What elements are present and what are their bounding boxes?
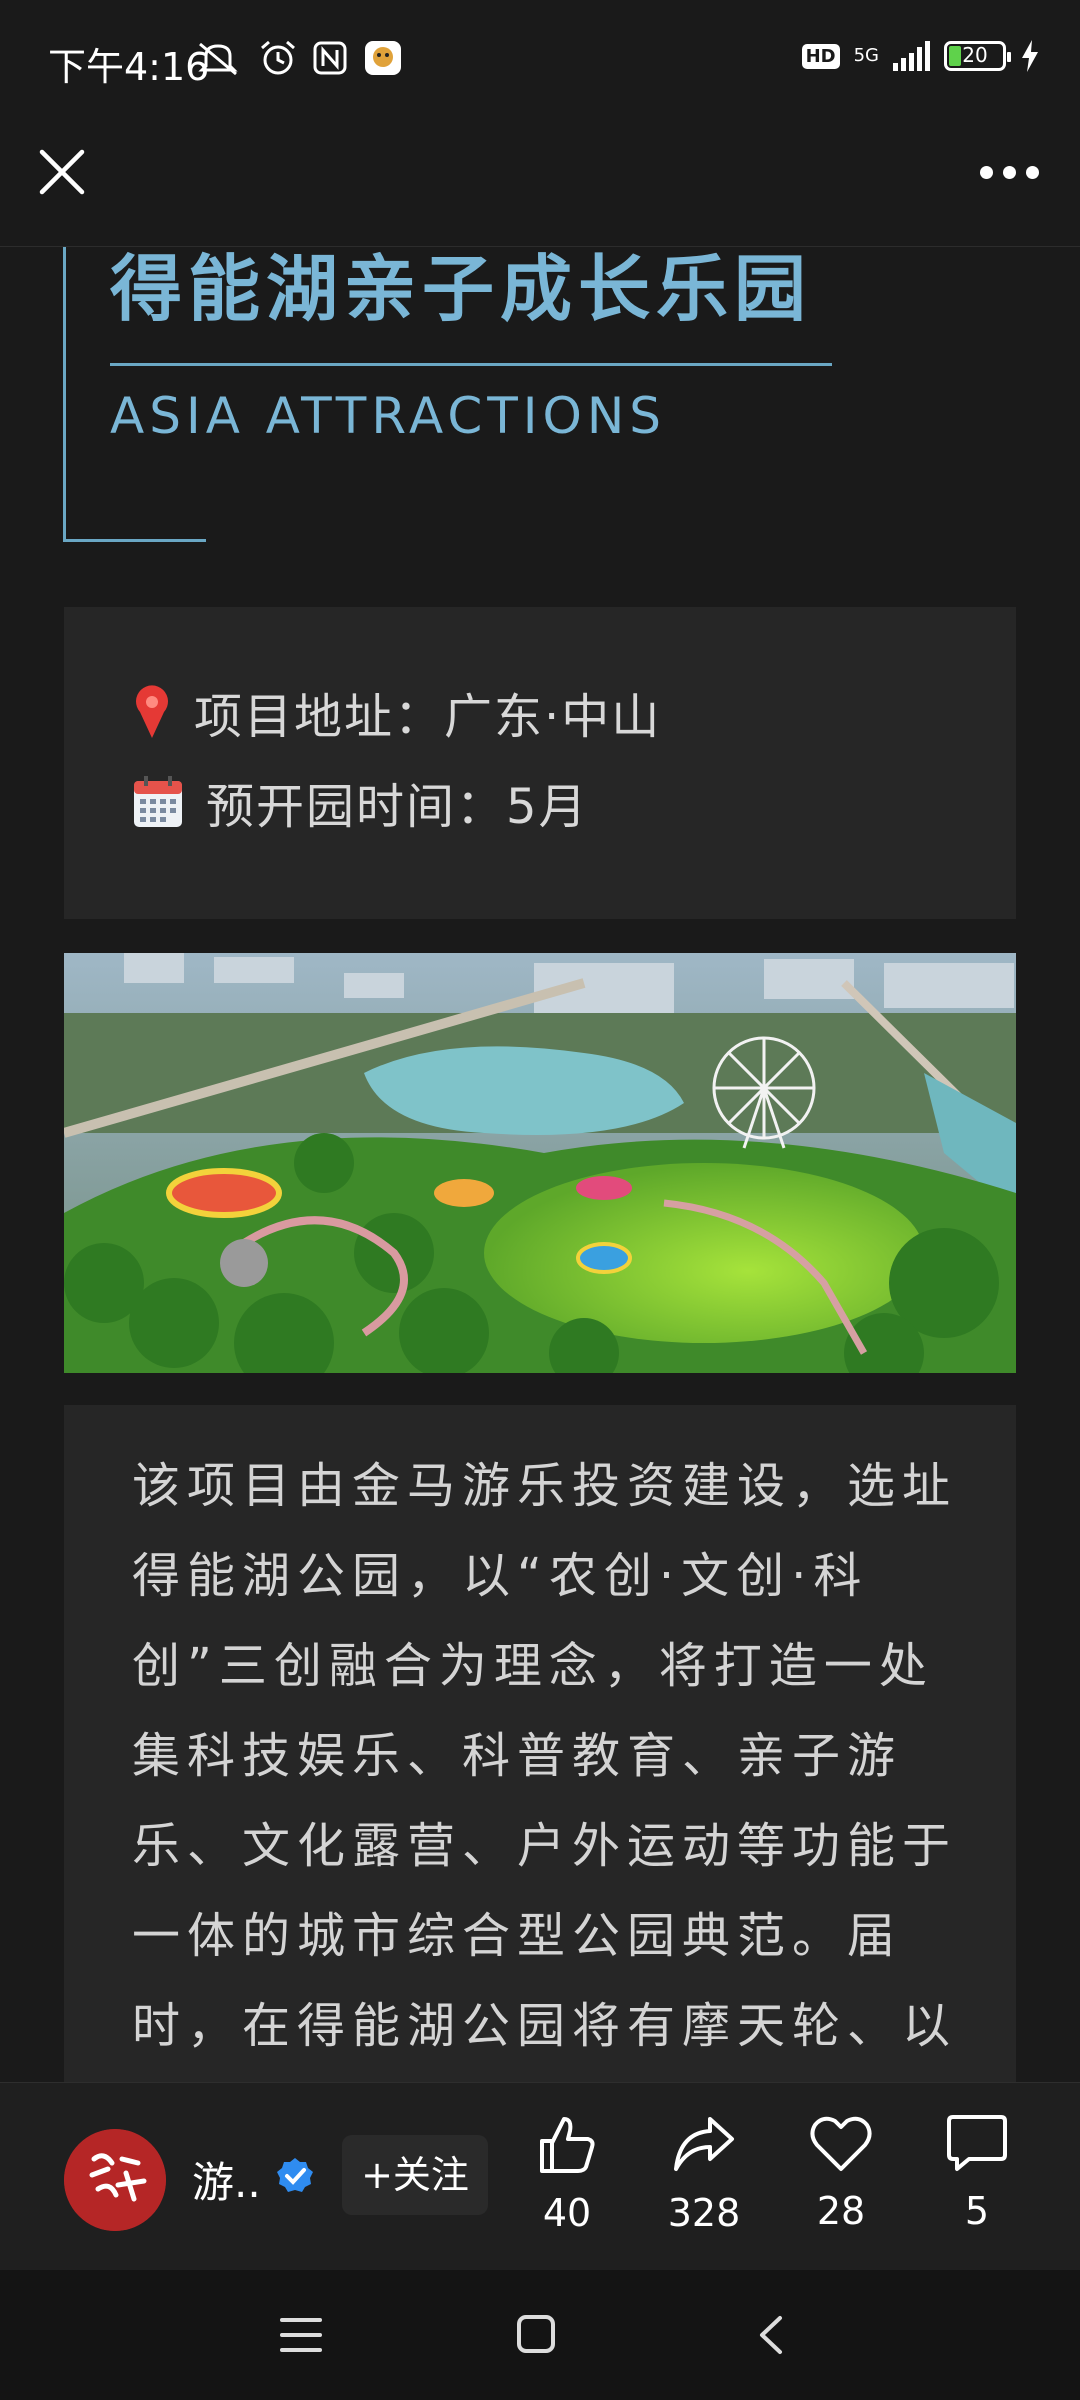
address-text: 项目地址：广东·中山 <box>194 689 662 745</box>
like-button[interactable]: 40 <box>512 2113 622 2235</box>
share-icon <box>674 2117 734 2171</box>
menu-icon[interactable] <box>280 2316 322 2354</box>
location-pin-icon <box>136 685 168 738</box>
share-count: 328 <box>667 2191 741 2235</box>
status-bar: 下午4:16 HD 5G 20 <box>0 0 1080 120</box>
share-button[interactable]: 328 <box>649 2113 759 2235</box>
top-nav <box>0 120 1080 247</box>
hd-badge: HD <box>801 43 840 69</box>
verified-badge-icon <box>277 2158 313 2192</box>
opening-text: 预开园时间：5月 <box>206 779 589 835</box>
battery-icon: 20 <box>944 41 1011 71</box>
favorite-button[interactable]: 28 <box>786 2113 896 2233</box>
network-type: 5G <box>853 45 879 66</box>
close-icon[interactable] <box>34 144 90 200</box>
article-content[interactable]: 得能湖亲子成长乐园 ASIA ATTRACTIONS 项目地址：广东·中山 预开 <box>0 247 1080 2082</box>
status-time: 下午4:16 <box>48 45 210 89</box>
more-options-button[interactable] <box>980 160 1042 184</box>
project-info-card: 项目地址：广东·中山 预开园时间：5月 <box>64 607 1016 919</box>
author-name[interactable]: 游.. <box>192 2149 261 2210</box>
article-subtitle: ASIA ATTRACTIONS <box>110 387 667 445</box>
mute-icon <box>198 42 238 76</box>
follow-button[interactable]: +关注 <box>342 2135 488 2215</box>
article-title: 得能湖亲子成长乐园 <box>110 247 813 331</box>
more-dot-icon <box>1003 165 1016 179</box>
title-divider <box>110 363 832 366</box>
signal-icon <box>893 41 930 71</box>
home-icon[interactable] <box>516 2314 556 2354</box>
battery-level: 20 <box>962 43 988 67</box>
charging-icon <box>1022 40 1038 72</box>
nfc-icon <box>313 41 347 75</box>
address-row: 项目地址：广东·中山 <box>132 677 661 747</box>
like-count: 40 <box>542 2191 592 2235</box>
comment-button[interactable]: 5 <box>922 2113 1032 2233</box>
comment-icon <box>947 2115 1007 2171</box>
title-frame-line <box>63 247 66 540</box>
app-notification-icon <box>365 41 401 75</box>
heart-icon <box>810 2116 872 2171</box>
description-paragraph: 该项目由金马游乐投资建设，选址得能湖公园，以“农创·文创·科创”三创融合为理念，… <box>132 1458 958 2054</box>
action-bar: 游.. +关注 40 328 28 5 <box>0 2082 1080 2271</box>
author-avatar[interactable] <box>64 2129 166 2231</box>
system-nav-bar <box>0 2270 1080 2400</box>
opening-row: 预开园时间：5月 <box>132 767 589 837</box>
calendar-icon <box>134 776 182 827</box>
favorite-count: 28 <box>816 2189 866 2233</box>
park-aerial-photo[interactable] <box>64 953 1016 1373</box>
thumbs-up-icon <box>540 2117 595 2173</box>
more-dot-icon <box>1026 165 1039 179</box>
description-card: 该项目由金马游乐投资建设，选址得能湖公园，以“农创·文创·科创”三创融合为理念，… <box>64 1405 1016 2082</box>
comment-count: 5 <box>964 2189 990 2233</box>
more-dot-icon <box>980 165 993 179</box>
back-icon[interactable] <box>756 2314 786 2356</box>
title-frame-foot <box>63 539 206 542</box>
alarm-icon <box>261 40 295 75</box>
